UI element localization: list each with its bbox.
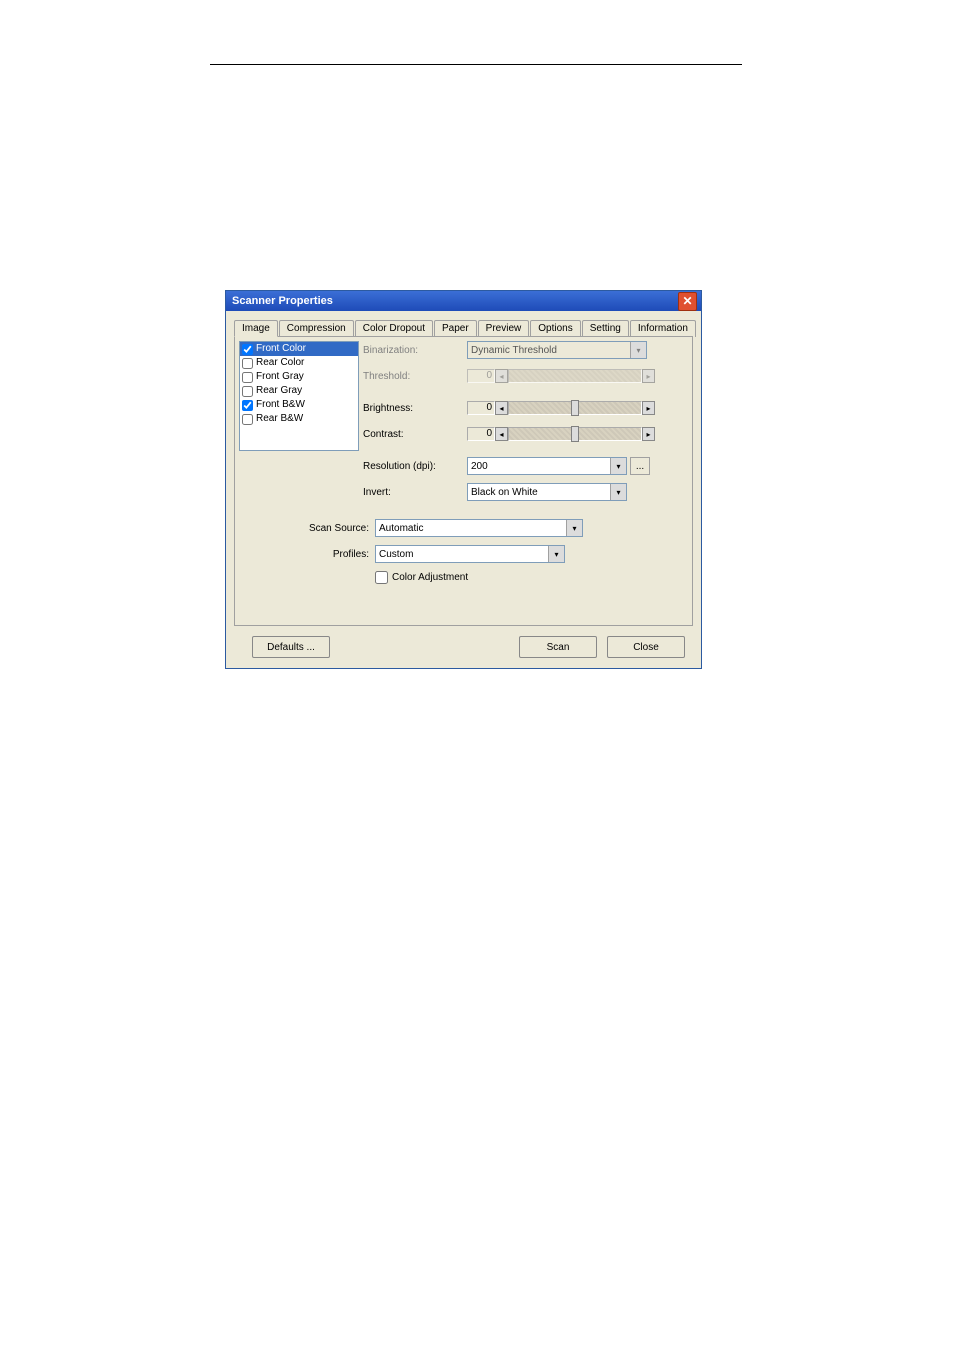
list-label: Front Color: [256, 342, 306, 356]
label-scan-source: Scan Source:: [235, 523, 375, 534]
label-threshold: Threshold:: [363, 371, 467, 382]
scanner-properties-dialog: Scanner Properties ✕ Image Compression C…: [225, 290, 702, 669]
row-color-adjustment: Color Adjustment: [235, 571, 692, 584]
profiles-dropdown[interactable]: ▾: [375, 545, 565, 563]
list-item-front-color[interactable]: Front Color: [240, 342, 358, 356]
tab-compression[interactable]: Compression: [279, 320, 354, 337]
resolution-input[interactable]: [468, 458, 610, 474]
checkbox-front-bw[interactable]: [242, 400, 253, 411]
profiles-value[interactable]: [376, 546, 548, 562]
page-header-rule: [210, 64, 742, 65]
label-profiles: Profiles:: [235, 549, 375, 560]
arrow-right-icon: ▸: [642, 369, 655, 383]
invert-value[interactable]: [468, 484, 610, 500]
list-item-front-gray[interactable]: Front Gray: [240, 370, 358, 384]
checkbox-rear-color[interactable]: [242, 358, 253, 369]
chevron-down-icon[interactable]: ▾: [610, 484, 626, 500]
label-resolution: Resolution (dpi):: [363, 461, 467, 472]
dialog-title: Scanner Properties: [232, 295, 333, 307]
row-threshold: Threshold: 0 ◂ ▸: [363, 367, 688, 385]
binarization-dropdown: ▾: [467, 341, 647, 359]
threshold-slider: 0 ◂ ▸: [467, 367, 655, 385]
checkbox-front-gray[interactable]: [242, 372, 253, 383]
tab-preview[interactable]: Preview: [478, 320, 530, 337]
arrow-right-icon[interactable]: ▸: [642, 427, 655, 441]
contrast-thumb[interactable]: [571, 426, 579, 442]
image-selection-list[interactable]: Front Color Rear Color Front Gray Rear G…: [239, 341, 359, 451]
brightness-track[interactable]: [508, 401, 642, 415]
tab-page-image: Front Color Rear Color Front Gray Rear G…: [234, 336, 693, 626]
list-item-rear-bw[interactable]: Rear B&W: [240, 412, 358, 426]
row-contrast: Contrast: 0 ◂ ▸: [363, 425, 688, 443]
label-binarization: Binarization:: [363, 345, 467, 356]
list-label: Front B&W: [256, 398, 305, 412]
scan-button[interactable]: Scan: [519, 636, 597, 658]
arrow-left-icon: ◂: [495, 369, 508, 383]
brightness-value: 0: [467, 401, 495, 415]
resolution-more-button[interactable]: ...: [630, 457, 650, 475]
chevron-down-icon[interactable]: ▾: [610, 458, 626, 474]
list-label: Rear Gray: [256, 384, 302, 398]
binarization-value: [468, 342, 630, 358]
label-invert: Invert:: [363, 487, 467, 498]
invert-dropdown[interactable]: ▾: [467, 483, 627, 501]
list-label: Rear Color: [256, 356, 304, 370]
tab-color-dropout[interactable]: Color Dropout: [355, 320, 433, 337]
arrow-right-icon[interactable]: ▸: [642, 401, 655, 415]
row-resolution: Resolution (dpi): ▾ ...: [363, 457, 688, 475]
threshold-value: 0: [467, 369, 495, 383]
row-profiles: Profiles: ▾: [235, 545, 692, 563]
list-label: Rear B&W: [256, 412, 303, 426]
contrast-track[interactable]: [508, 427, 642, 441]
arrow-left-icon[interactable]: ◂: [495, 401, 508, 415]
defaults-button[interactable]: Defaults ...: [252, 636, 330, 658]
list-item-front-bw[interactable]: Front B&W: [240, 398, 358, 412]
chevron-down-icon[interactable]: ▾: [566, 520, 582, 536]
tab-strip: Image Compression Color Dropout Paper Pr…: [234, 320, 693, 337]
row-invert: Invert: ▾: [363, 483, 688, 501]
close-button[interactable]: Close: [607, 636, 685, 658]
tab-setting[interactable]: Setting: [582, 320, 629, 337]
contrast-value: 0: [467, 427, 495, 441]
brightness-slider[interactable]: 0 ◂ ▸: [467, 399, 655, 417]
brightness-thumb[interactable]: [571, 400, 579, 416]
threshold-track: [508, 369, 642, 383]
arrow-left-icon[interactable]: ◂: [495, 427, 508, 441]
tab-paper[interactable]: Paper: [434, 320, 477, 337]
row-scan-source: Scan Source: ▾: [235, 519, 692, 537]
tab-options[interactable]: Options: [530, 320, 580, 337]
row-binarization: Binarization: ▾: [363, 341, 688, 359]
row-brightness: Brightness: 0 ◂ ▸: [363, 399, 688, 417]
label-brightness: Brightness:: [363, 403, 467, 414]
contrast-slider[interactable]: 0 ◂ ▸: [467, 425, 655, 443]
scan-source-dropdown[interactable]: ▾: [375, 519, 583, 537]
checkbox-rear-bw[interactable]: [242, 414, 253, 425]
resolution-combo[interactable]: ▾: [467, 457, 627, 475]
list-label: Front Gray: [256, 370, 304, 384]
chevron-down-icon: ▾: [630, 342, 646, 358]
title-bar[interactable]: Scanner Properties ✕: [226, 291, 701, 311]
label-contrast: Contrast:: [363, 429, 467, 440]
checkbox-color-adjustment[interactable]: [375, 571, 388, 584]
dialog-footer: Defaults ... Scan Close: [234, 626, 693, 658]
label-color-adjustment: Color Adjustment: [392, 572, 468, 583]
checkbox-rear-gray[interactable]: [242, 386, 253, 397]
tab-information[interactable]: Information: [630, 320, 696, 337]
tab-image[interactable]: Image: [234, 320, 278, 337]
chevron-down-icon[interactable]: ▾: [548, 546, 564, 562]
checkbox-front-color[interactable]: [242, 344, 253, 355]
close-icon[interactable]: ✕: [678, 292, 697, 311]
list-item-rear-color[interactable]: Rear Color: [240, 356, 358, 370]
list-item-rear-gray[interactable]: Rear Gray: [240, 384, 358, 398]
scan-source-value[interactable]: [376, 520, 566, 536]
